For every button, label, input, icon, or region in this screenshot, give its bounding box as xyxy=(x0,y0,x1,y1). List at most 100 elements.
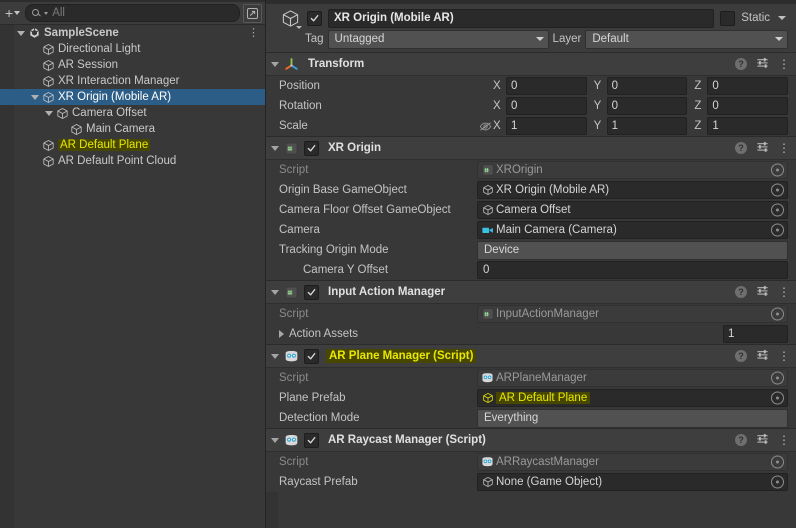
object-field-script: InputActionManager xyxy=(477,305,788,323)
component-enabled-checkbox[interactable] xyxy=(304,432,319,448)
preset-icon[interactable] xyxy=(756,348,769,364)
axis-label-x: X xyxy=(493,100,501,112)
row-indent xyxy=(0,89,28,105)
object-field-camera[interactable]: Main Camera (Camera) xyxy=(477,221,788,239)
property-label: Scale xyxy=(279,120,308,132)
object-picker-icon[interactable] xyxy=(771,183,784,197)
component-menu-icon[interactable]: ⋮ xyxy=(778,434,790,446)
hierarchy-row-ar-default-plane[interactable]: AR Default Plane xyxy=(0,137,265,153)
text-field-camera-y-offset[interactable]: 0 xyxy=(477,261,788,279)
gameobject-name-field[interactable]: XR Origin (Mobile AR) xyxy=(328,8,715,28)
layer-dropdown[interactable]: Default xyxy=(585,29,788,49)
preset-icon[interactable] xyxy=(756,284,769,300)
preset-icon[interactable] xyxy=(756,56,769,72)
component-menu-icon[interactable]: ⋮ xyxy=(778,350,790,362)
axis-input-z[interactable]: 0 xyxy=(707,97,789,115)
gameobject-name-row: XR Origin (Mobile AR) Static xyxy=(279,7,788,29)
hierarchy-search-input[interactable]: All xyxy=(25,4,240,22)
component-menu-icon[interactable]: ⋮ xyxy=(778,142,790,154)
search-filter-chevron-icon[interactable] xyxy=(44,11,49,15)
foldout-toggle-icon[interactable] xyxy=(42,105,55,121)
hierarchy-row-directional-light[interactable]: Directional Light xyxy=(0,41,265,57)
static-dropdown-chevron-icon[interactable] xyxy=(778,16,786,20)
hierarchy-row-samplescene[interactable]: SampleScene ⋮ xyxy=(0,25,265,41)
tag-dropdown[interactable]: Untagged xyxy=(327,29,549,49)
property-label-with-foldout[interactable]: Action Assets xyxy=(279,328,477,340)
help-icon[interactable]: ? xyxy=(735,58,747,70)
foldout-toggle-icon[interactable] xyxy=(14,25,27,41)
object-picker-icon[interactable] xyxy=(771,391,784,405)
scene-context-menu-icon[interactable]: ⋮ xyxy=(248,27,259,39)
foldout-toggle-icon[interactable] xyxy=(28,89,41,105)
dropdown-tracking-origin-mode[interactable]: Device xyxy=(477,240,788,260)
object-picker-icon[interactable] xyxy=(771,163,784,177)
hierarchy-row-camera-offset[interactable]: Camera Offset xyxy=(0,105,265,121)
component-menu-icon[interactable]: ⋮ xyxy=(778,286,790,298)
gameobject-active-checkbox[interactable] xyxy=(307,10,322,26)
axis-input-y[interactable]: 1 xyxy=(606,117,688,135)
popout-icon[interactable] xyxy=(243,3,262,23)
help-icon[interactable]: ? xyxy=(735,350,747,362)
component-header-transform[interactable]: Transform? ⋮ xyxy=(265,53,796,76)
hierarchy-row-xr-interaction-manager[interactable]: XR Interaction Manager xyxy=(0,73,265,89)
axis-input-x[interactable]: 0 xyxy=(506,77,587,95)
chevron-down-icon[interactable] xyxy=(271,145,279,151)
hierarchy-row-xr-origin-mobile-ar[interactable]: XR Origin (Mobile AR) xyxy=(0,89,265,105)
foldout-spacer xyxy=(28,73,41,89)
axis-input-z[interactable]: 0 xyxy=(707,77,789,95)
chevron-right-icon[interactable] xyxy=(279,330,284,338)
inspector-content: XR Origin (Mobile AR) Static Tag Untagge… xyxy=(265,4,796,528)
object-field-origin-base-gameobject[interactable]: XR Origin (Mobile AR) xyxy=(477,181,788,199)
static-checkbox[interactable] xyxy=(720,10,736,26)
chevron-down-icon[interactable] xyxy=(271,61,279,67)
component-header-input-action-manager[interactable]: Input Action Manager? ⋮ xyxy=(265,281,796,304)
object-picker-icon[interactable] xyxy=(771,371,784,385)
eye-off-icon[interactable] xyxy=(477,121,493,132)
property-row-script: Script ARRaycastManager xyxy=(265,452,796,472)
chevron-down-icon[interactable] xyxy=(271,353,279,359)
object-picker-icon[interactable] xyxy=(771,203,784,217)
gameobject-cube-icon xyxy=(41,58,55,72)
chevron-down-icon[interactable] xyxy=(296,26,302,29)
component-enabled-checkbox[interactable] xyxy=(304,348,319,364)
help-icon[interactable]: ? xyxy=(735,286,747,298)
hierarchy-row-main-camera[interactable]: Main Camera xyxy=(0,121,265,137)
help-icon[interactable]: ? xyxy=(735,434,747,446)
object-field-raycast-prefab[interactable]: None (Game Object) xyxy=(477,473,788,491)
component-header-xr-origin[interactable]: XR Origin? ⋮ xyxy=(265,137,796,160)
axis-input-x[interactable]: 1 xyxy=(506,117,587,135)
chevron-down-icon xyxy=(775,37,783,41)
gameobject-cube-icon[interactable] xyxy=(279,7,302,29)
hierarchy-row-ar-session[interactable]: AR Session xyxy=(0,57,265,73)
create-gameobject-button[interactable]: + xyxy=(3,4,22,22)
property-label: Script xyxy=(279,372,309,384)
component-enabled-checkbox[interactable] xyxy=(304,140,319,156)
hierarchy-row-ar-default-point-cloud[interactable]: AR Default Point Cloud xyxy=(0,153,265,169)
property-label: Action Assets xyxy=(289,328,359,340)
axis-input-y[interactable]: 0 xyxy=(606,77,688,95)
foldout-spacer xyxy=(56,121,69,137)
axis-input-z[interactable]: 1 xyxy=(707,117,789,135)
chevron-down-icon[interactable] xyxy=(271,289,279,295)
object-field-camera-floor-offset-gameobject[interactable]: Camera Offset xyxy=(477,201,788,219)
object-picker-icon[interactable] xyxy=(771,307,784,321)
component-header-ar-raycast-manager-script[interactable]: AR Raycast Manager (Script)? ⋮ xyxy=(265,429,796,452)
panel-splitter[interactable] xyxy=(265,0,266,528)
help-icon[interactable]: ? xyxy=(735,142,747,154)
component-enabled-checkbox[interactable] xyxy=(304,284,319,300)
object-picker-icon[interactable] xyxy=(771,475,784,489)
axis-input-y[interactable]: 0 xyxy=(606,97,688,115)
object-picker-icon[interactable] xyxy=(771,455,784,469)
component-header-ar-plane-manager-script[interactable]: AR Plane Manager (Script)? ⋮ xyxy=(265,345,796,368)
dropdown-detection-mode[interactable]: Everything xyxy=(477,408,788,428)
csharp-script-icon xyxy=(284,141,299,156)
chevron-down-icon[interactable] xyxy=(271,437,279,443)
camera-icon xyxy=(481,224,494,237)
preset-icon[interactable] xyxy=(756,140,769,156)
axis-input-x[interactable]: 0 xyxy=(506,97,587,115)
object-field-plane-prefab[interactable]: AR Default Plane xyxy=(477,389,788,407)
preset-icon[interactable] xyxy=(756,432,769,448)
object-picker-icon[interactable] xyxy=(771,223,784,237)
component-menu-icon[interactable]: ⋮ xyxy=(778,58,790,70)
array-size-field[interactable]: 1 xyxy=(723,325,788,343)
